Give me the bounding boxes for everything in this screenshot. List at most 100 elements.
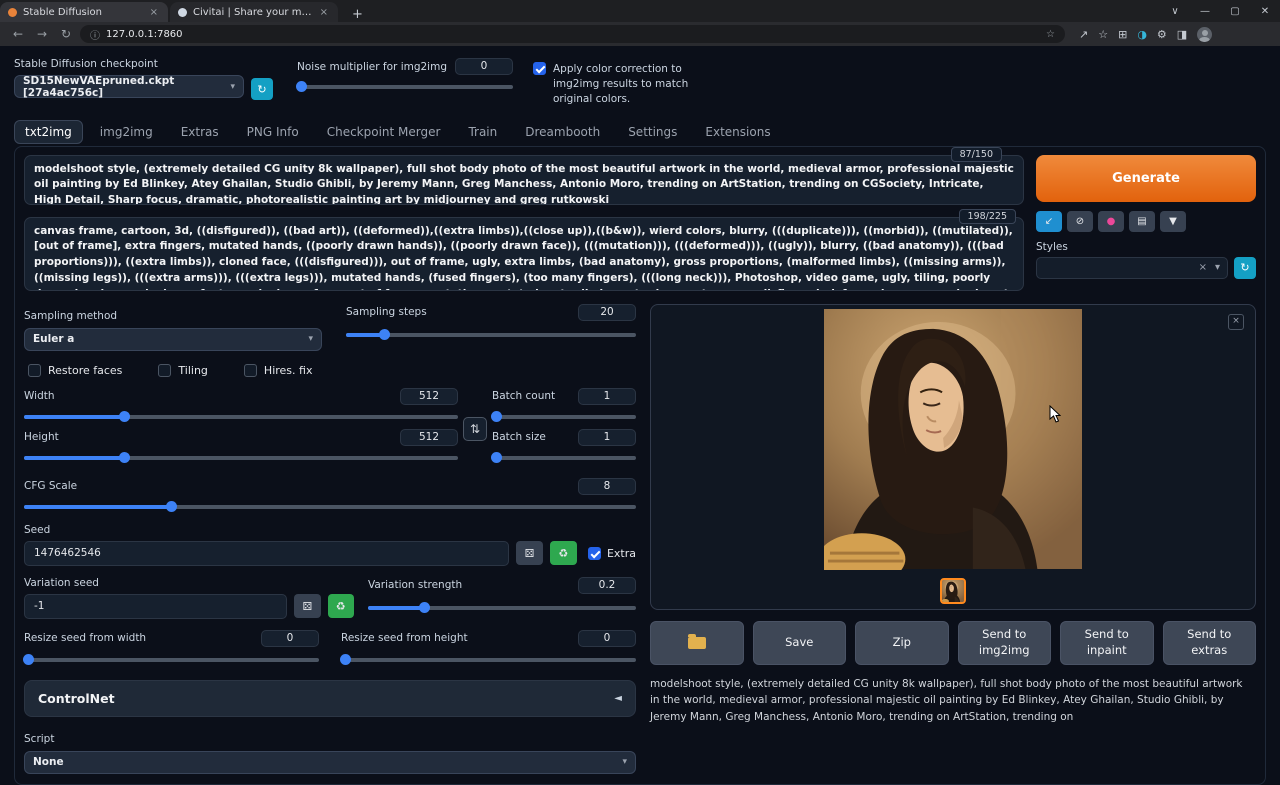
height-label: Height [24,431,59,443]
clear-styles-icon[interactable]: × [1199,262,1207,273]
share-icon[interactable]: ↗ [1079,28,1088,41]
refresh-checkpoint-button[interactable]: ↻ [251,78,273,100]
tab-close-icon[interactable]: × [148,7,160,18]
generated-image[interactable] [824,308,1082,570]
cfg-scale-value[interactable]: 8 [578,478,636,495]
script-select[interactable]: None ▾ [24,751,636,774]
refresh-styles-button[interactable]: ↻ [1234,257,1256,279]
styles-select[interactable]: × ▾ [1036,257,1228,279]
minimize-button[interactable]: — [1190,6,1220,17]
browser-tab-civitai[interactable]: Civitai | Share your models × [170,2,338,22]
tiling-option[interactable]: Tiling [158,364,208,377]
sampling-steps-slider[interactable] [346,328,636,340]
tab-close-icon[interactable]: × [318,7,330,18]
color-correction-option[interactable]: Apply color correction to img2img result… [533,62,693,108]
forward-icon[interactable]: → [32,27,52,41]
sampling-steps-value[interactable]: 20 [578,304,636,321]
back-icon[interactable]: ← [8,27,28,41]
resize-seed-height-slider[interactable] [341,653,636,665]
batch-count-slider[interactable] [492,410,636,422]
result-gallery[interactable]: × [650,304,1256,610]
noise-multiplier-slider[interactable] [297,80,513,92]
negative-prompt-textarea[interactable]: canvas frame, cartoon, 3d, ((disfigured)… [24,217,1024,291]
seed-input[interactable] [24,541,509,566]
noise-multiplier-value[interactable]: 0 [455,58,513,75]
tab-img2img[interactable]: img2img [89,120,164,144]
sidebar-icon[interactable]: ◨ [1177,28,1187,41]
color-correction-checkbox[interactable] [533,62,546,75]
sampling-method-value: Euler a [33,333,74,345]
gallery-close-button[interactable]: × [1228,314,1244,330]
browser-essentials-icon[interactable]: ◑ [1137,28,1147,41]
height-value[interactable]: 512 [400,429,458,446]
generate-button[interactable]: Generate [1036,155,1256,202]
chevron-down-icon: ▾ [230,82,235,92]
chevron-down-icon[interactable]: ∨ [1160,6,1190,17]
paste-params-button[interactable]: ↙ [1036,211,1062,232]
extra-networks-icon[interactable]: ● [1107,216,1116,227]
variation-seed-input[interactable] [24,594,287,619]
clear-prompt-button[interactable]: ⊘ [1067,211,1093,232]
prompt-textarea[interactable]: modelshoot style, (extremely detailed CG… [24,155,1024,205]
batch-size-value[interactable]: 1 [578,429,636,446]
save-style-button[interactable]: ▼ [1160,211,1186,232]
collections-icon[interactable]: ⊞ [1118,28,1127,41]
extra-seed-option[interactable]: Extra [588,547,636,560]
tab-dreambooth[interactable]: Dreambooth [514,120,611,144]
reuse-variation-seed-button[interactable]: ♻ [328,594,354,618]
url-input[interactable]: ⓘ 127.0.0.1:7860 ☆ [80,25,1065,43]
settings-icon[interactable]: ⚙ [1157,28,1167,41]
swap-dimensions-button[interactable]: ⇅ [463,417,487,441]
tiling-checkbox[interactable] [158,364,171,377]
restore-faces-option[interactable]: Restore faces [28,364,122,377]
reload-icon[interactable]: ↻ [56,27,76,41]
send-to-extras-button[interactable]: Send to extras [1163,621,1257,665]
profile-avatar[interactable] [1197,27,1212,42]
favorites-icon[interactable]: ☆ [1098,28,1108,41]
tab-png-info[interactable]: PNG Info [236,120,310,144]
variation-strength-value[interactable]: 0.2 [578,577,636,594]
tab-settings[interactable]: Settings [617,120,688,144]
variation-strength-slider[interactable] [368,601,636,613]
gallery-thumbnail[interactable] [940,578,966,604]
controlnet-accordion[interactable]: ControlNet ◄ [24,680,636,717]
tab-checkpoint-merger[interactable]: Checkpoint Merger [316,120,452,144]
new-tab-button[interactable]: + [346,7,369,22]
tab-txt2img[interactable]: txt2img [14,120,83,144]
cfg-scale-slider[interactable] [24,500,636,512]
tab-extras[interactable]: Extras [170,120,230,144]
resize-seed-width-slider[interactable] [24,653,319,665]
tab-extensions[interactable]: Extensions [694,120,781,144]
tab-train[interactable]: Train [457,120,508,144]
extra-seed-checkbox[interactable] [588,547,601,560]
site-info-icon[interactable]: ⓘ [90,27,100,42]
negative-prompt-token-counter: 198/225 [959,209,1016,224]
resize-seed-width-value[interactable]: 0 [261,630,319,647]
close-button[interactable]: ✕ [1250,6,1280,17]
bookmark-star-icon[interactable]: ☆ [1046,29,1055,40]
hires-fix-option[interactable]: Hires. fix [244,364,313,377]
random-variation-seed-button[interactable]: ⚄ [294,594,320,618]
checkpoint-value: SD15NewVAEpruned.ckpt [27a4ac756c] [23,75,230,99]
reuse-seed-button[interactable]: ♻ [550,541,577,565]
random-seed-button[interactable]: ⚄ [516,541,543,565]
restore-faces-checkbox[interactable] [28,364,41,377]
batch-count-value[interactable]: 1 [578,388,636,405]
save-button[interactable]: Save [753,621,847,665]
sampling-method-select[interactable]: Euler a ▾ [24,328,322,351]
width-value[interactable]: 512 [400,388,458,405]
open-output-folder-button[interactable] [650,621,744,665]
apply-style-button[interactable]: ▤ [1129,211,1155,232]
checkpoint-select[interactable]: SD15NewVAEpruned.ckpt [27a4ac756c] ▾ [14,75,244,98]
maximize-button[interactable]: ▢ [1220,6,1250,17]
txt2img-panel: 87/150 modelshoot style, (extremely deta… [14,146,1266,785]
zip-button[interactable]: Zip [855,621,949,665]
resize-seed-height-value[interactable]: 0 [578,630,636,647]
width-slider[interactable] [24,410,458,422]
send-to-inpaint-button[interactable]: Send to inpaint [1060,621,1154,665]
height-slider[interactable] [24,451,458,463]
send-to-img2img-button[interactable]: Send to img2img [958,621,1052,665]
hires-fix-checkbox[interactable] [244,364,257,377]
browser-tab-stable-diffusion[interactable]: Stable Diffusion × [0,2,168,22]
batch-size-slider[interactable] [492,451,636,463]
